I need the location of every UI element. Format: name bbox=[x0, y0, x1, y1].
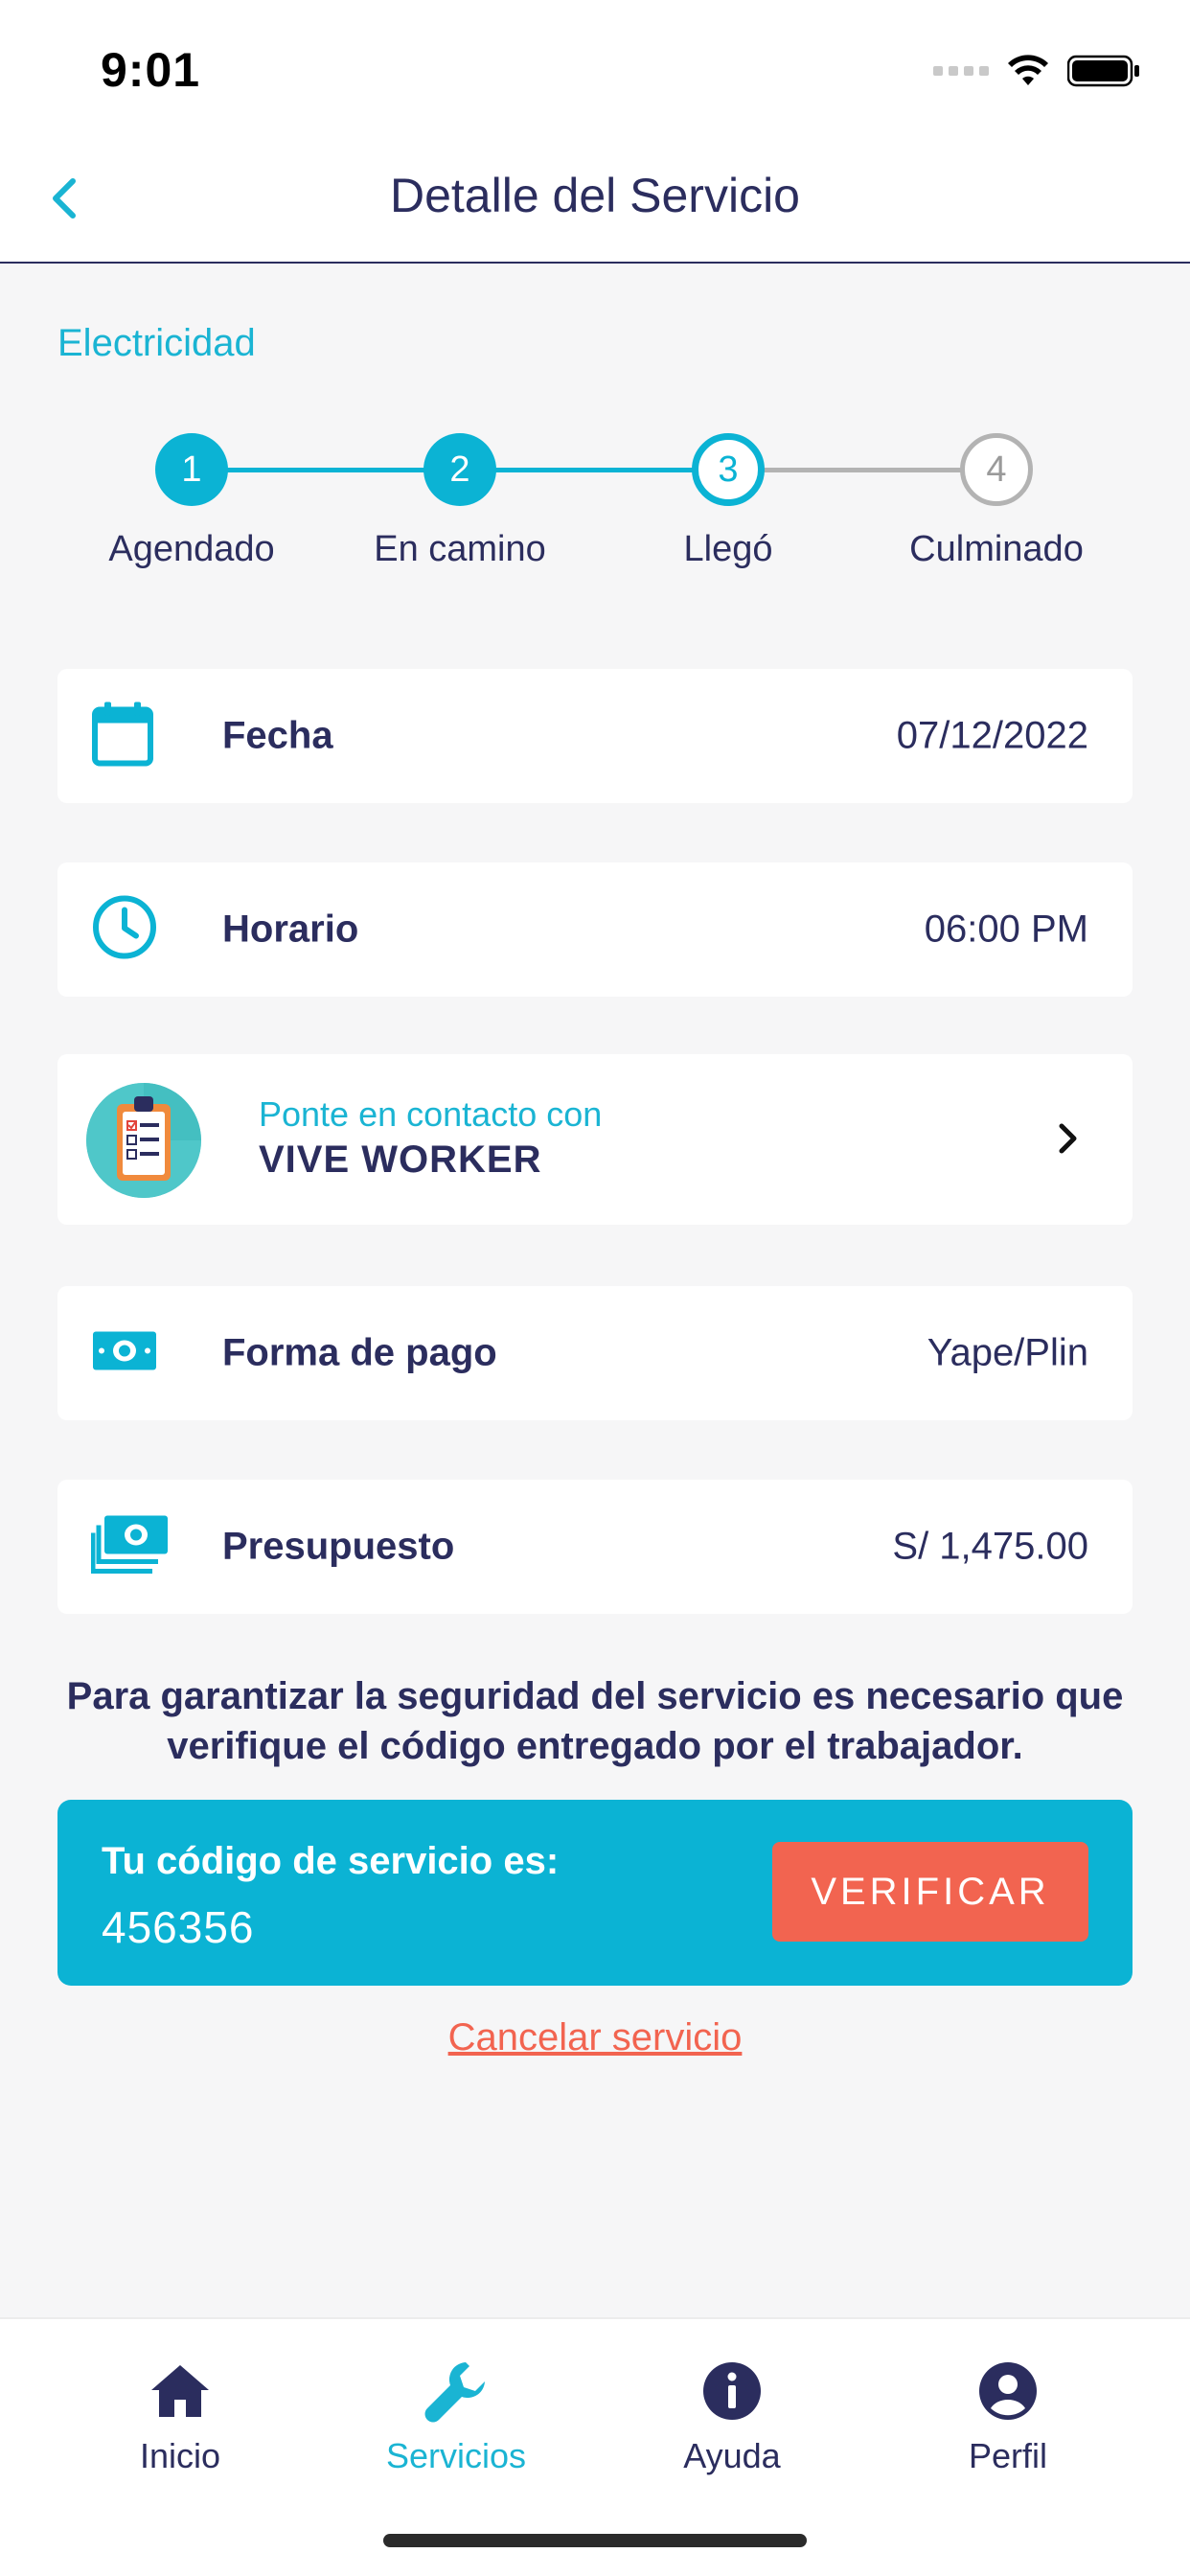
tab-ayuda[interactable]: Ayuda bbox=[617, 2358, 847, 2476]
date-label: Fecha bbox=[222, 714, 333, 757]
tab-inicio-label: Inicio bbox=[139, 2436, 221, 2475]
date-value: 07/12/2022 bbox=[896, 714, 1088, 757]
contact-name: VIVE WORKER bbox=[259, 1138, 542, 1181]
service-code-value: 456356 bbox=[102, 1902, 255, 1952]
verify-button[interactable]: VERIFICAR bbox=[772, 1842, 1088, 1942]
tab-ayuda-label: Ayuda bbox=[683, 2436, 781, 2475]
clipboard-avatar bbox=[86, 1083, 201, 1198]
step-4-circle: 4 bbox=[960, 433, 1033, 506]
app-header: Detalle del Servicio bbox=[0, 139, 1190, 264]
tab-perfil[interactable]: Perfil bbox=[893, 2358, 1123, 2476]
step-2-label: En camino bbox=[374, 529, 546, 569]
contact-subtitle: Ponte en contacto con bbox=[259, 1094, 603, 1134]
time-label: Horario bbox=[222, 908, 359, 951]
tab-perfil-label: Perfil bbox=[968, 2436, 1048, 2475]
payment-card: Forma de pago Yape/Plin bbox=[57, 1286, 1133, 1420]
step-connector bbox=[460, 468, 728, 472]
budget-value: S/ 1,475.00 bbox=[892, 1525, 1088, 1568]
tab-inicio[interactable]: Inicio bbox=[65, 2358, 295, 2476]
home-indicator bbox=[383, 2534, 807, 2547]
calendar-icon bbox=[91, 701, 154, 772]
service-code-label: Tu código de servicio es: bbox=[102, 1840, 560, 1882]
profile-icon bbox=[974, 2358, 1041, 2425]
home-icon bbox=[147, 2358, 214, 2425]
tab-servicios-label: Servicios bbox=[385, 2436, 527, 2475]
status-time: 9:01 bbox=[101, 43, 201, 97]
status-icons bbox=[933, 52, 1140, 90]
info-icon bbox=[698, 2358, 766, 2425]
tab-servicios[interactable]: Servicios bbox=[341, 2358, 571, 2476]
verification-notice: Para garantizar la seguridad del servici… bbox=[66, 1675, 1124, 1767]
battery-icon bbox=[1067, 55, 1139, 87]
cellular-signal-icon bbox=[933, 66, 989, 76]
payment-value: Yape/Plin bbox=[927, 1331, 1088, 1374]
contact-card[interactable]: Ponte en contacto con VIVE WORKER bbox=[57, 1054, 1133, 1225]
cash-icon bbox=[91, 1330, 158, 1377]
step-connector bbox=[728, 468, 996, 472]
step-3-label: Llegó bbox=[683, 529, 773, 569]
time-card: Horario 06:00 PM bbox=[57, 862, 1133, 997]
step-2-circle: 2 bbox=[423, 433, 496, 506]
chevron-right-icon bbox=[1046, 1117, 1088, 1160]
money-stack-icon bbox=[90, 1514, 170, 1580]
step-3-circle: 3 bbox=[692, 433, 765, 506]
step-1-circle: 1 bbox=[155, 433, 228, 506]
clock-icon bbox=[91, 894, 158, 966]
cancel-service-link[interactable]: Cancelar servicio bbox=[0, 2016, 1190, 2059]
budget-label: Presupuesto bbox=[222, 1525, 455, 1568]
progress-stepper: 1 2 3 4 Agendado En camino Llegó Culmina… bbox=[0, 422, 1190, 585]
date-card: Fecha 07/12/2022 bbox=[57, 669, 1133, 803]
wrench-icon bbox=[423, 2358, 490, 2425]
service-code-box: Tu código de servicio es: 456356 VERIFIC… bbox=[57, 1800, 1133, 1986]
page-title: Detalle del Servicio bbox=[390, 169, 800, 222]
time-value: 06:00 PM bbox=[924, 908, 1088, 951]
step-1-label: Agendado bbox=[108, 529, 275, 569]
wifi-icon bbox=[1008, 55, 1048, 85]
step-connector bbox=[192, 468, 460, 472]
step-4-label: Culminado bbox=[909, 529, 1084, 569]
budget-card: Presupuesto S/ 1,475.00 bbox=[57, 1480, 1133, 1614]
service-category: Electricidad bbox=[57, 322, 256, 364]
status-bar: 9:01 bbox=[0, 0, 1190, 139]
payment-label: Forma de pago bbox=[222, 1331, 497, 1374]
